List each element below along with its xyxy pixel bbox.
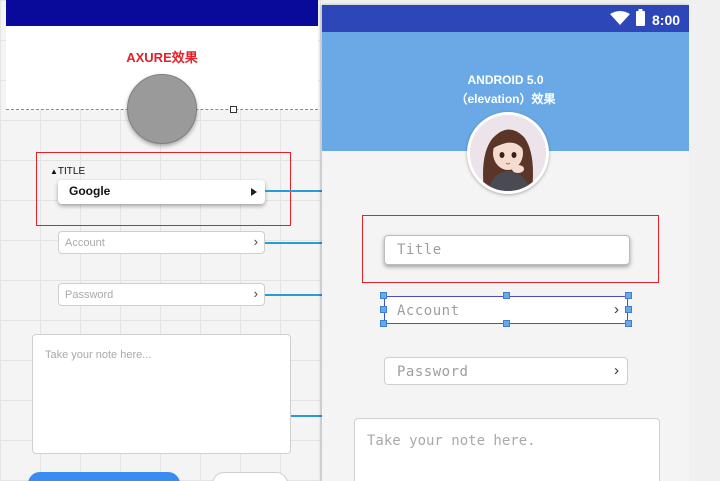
- resize-handle[interactable]: [230, 106, 237, 113]
- axure-dropdown[interactable]: Google: [58, 180, 265, 204]
- note-placeholder: Take your note here.: [367, 433, 536, 449]
- connector-line: [265, 294, 322, 296]
- axure-avatar-placeholder[interactable]: [127, 74, 197, 144]
- axure-top-bar: [6, 0, 318, 26]
- status-bar: 8:00: [322, 5, 689, 32]
- chevron-right-icon: ›: [614, 301, 619, 318]
- axure-password-field[interactable]: Password ›: [58, 283, 265, 306]
- android-note-textarea[interactable]: Take your note here.: [354, 418, 660, 481]
- account-placeholder: Account: [65, 237, 105, 249]
- selection-handle[interactable]: [380, 306, 387, 313]
- android-password-field[interactable]: Password ›: [384, 357, 628, 385]
- avatar[interactable]: [467, 112, 549, 194]
- note-placeholder: Take your note here...: [45, 349, 152, 361]
- android-title: ANDROID 5.0: [467, 73, 544, 87]
- selection-handle[interactable]: [380, 292, 387, 299]
- title-placeholder: Title: [397, 242, 442, 258]
- axure-title: AXURE效果: [126, 50, 198, 65]
- connector-line: [265, 242, 322, 244]
- android-subtitle: （elevation）效果: [455, 92, 556, 106]
- axure-secondary-button[interactable]: [212, 472, 288, 481]
- connector-line: [265, 190, 322, 192]
- battery-icon: [636, 9, 645, 26]
- android-title-field[interactable]: Title: [384, 235, 630, 265]
- password-placeholder: Password: [65, 289, 114, 301]
- dropdown-value: Google: [69, 184, 111, 198]
- selection-handle[interactable]: [380, 320, 387, 327]
- axure-canvas: AXURE效果 ▲TITLE Google Account › Password…: [0, 0, 322, 481]
- chevron-right-icon: ›: [253, 234, 258, 249]
- password-placeholder: Password: [397, 364, 469, 380]
- chevron-right-icon: ›: [253, 286, 258, 301]
- status-time: 8:00: [652, 12, 681, 28]
- title-section-text: TITLE: [57, 166, 86, 177]
- play-arrow-icon: [251, 188, 257, 196]
- anime-girl-avatar-icon: [470, 115, 546, 191]
- android-phone-screen: 8:00 ANDROID 5.0 （elevation）效果 Title Acc…: [322, 5, 689, 481]
- chevron-right-icon: ›: [614, 362, 619, 379]
- wifi-icon: [610, 11, 630, 25]
- axure-account-field[interactable]: Account ›: [58, 231, 265, 254]
- connector-line: [291, 415, 322, 417]
- axure-primary-button[interactable]: [28, 472, 180, 481]
- axure-note-textarea[interactable]: Take your note here...: [32, 334, 291, 454]
- selection-handle[interactable]: [503, 320, 510, 327]
- axure-title-section-label: ▲TITLE: [50, 166, 85, 177]
- triangle-up-icon: ▲: [50, 167, 58, 176]
- selection-handle[interactable]: [625, 292, 632, 299]
- selection-handle[interactable]: [625, 320, 632, 327]
- selection-handle[interactable]: [625, 306, 632, 313]
- canvas-margin: [689, 0, 720, 481]
- selection-handle[interactable]: [503, 292, 510, 299]
- account-placeholder: Account: [397, 303, 460, 319]
